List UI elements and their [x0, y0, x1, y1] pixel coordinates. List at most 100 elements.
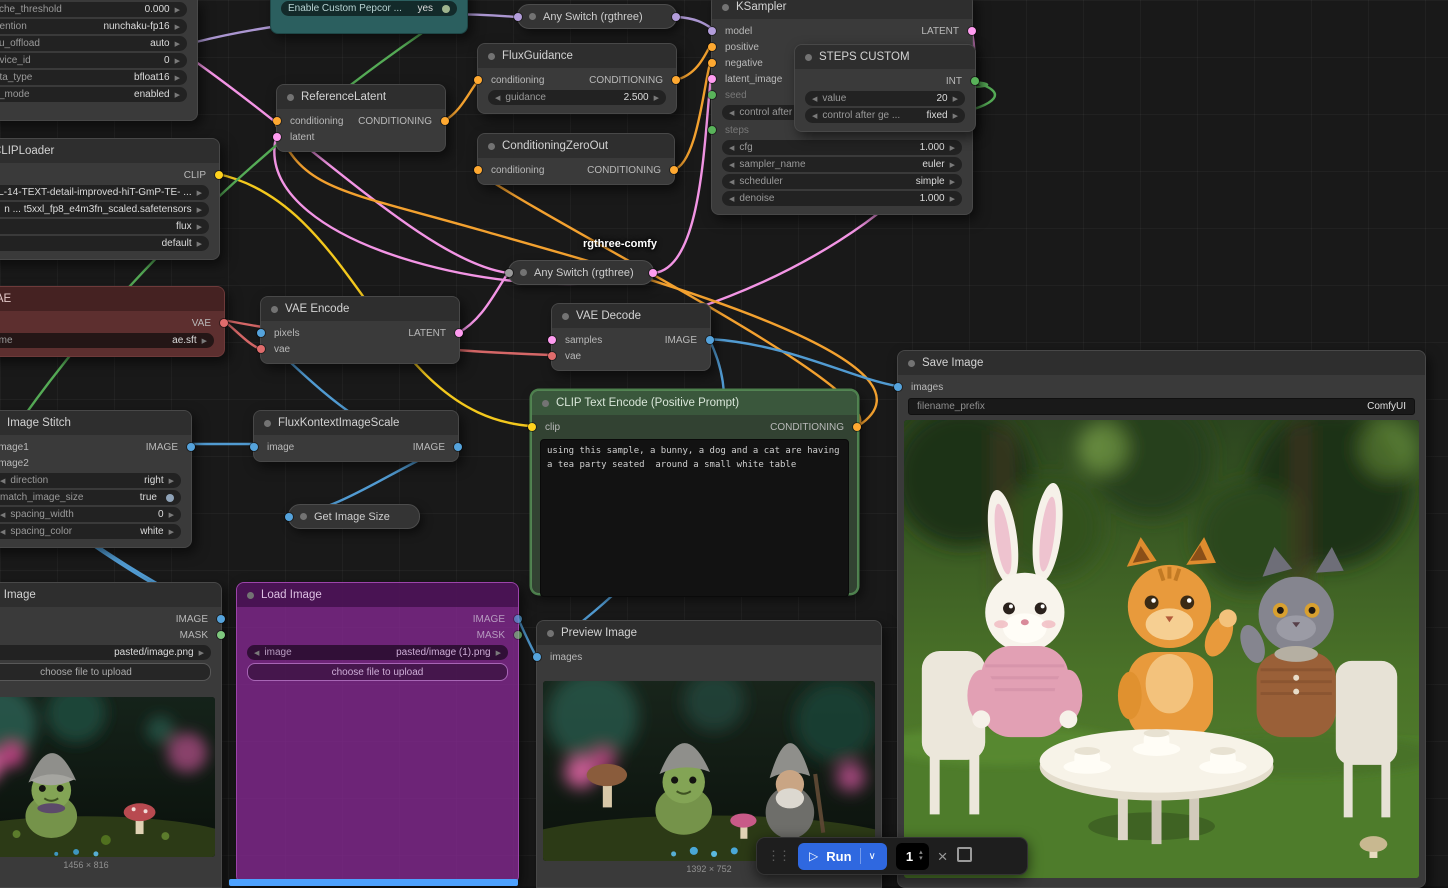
- combo-arrow-icon[interactable]: ▶: [197, 189, 202, 197]
- collapse-dot[interactable]: [247, 592, 254, 599]
- node-clip-text-encode[interactable]: CLIP Text Encode (Positive Prompt) clip …: [531, 390, 858, 594]
- combo-arrow-icon[interactable]: ▶: [197, 223, 202, 231]
- increment-arrow-icon[interactable]: ▶: [175, 6, 180, 14]
- type-widget[interactable]: flux ▶: [0, 219, 209, 234]
- collapse-dot[interactable]: [908, 360, 915, 367]
- collapse-dot[interactable]: [805, 54, 812, 61]
- node-save-image[interactable]: Save Image images filename_prefix ComfyU…: [897, 350, 1426, 888]
- attention-widget[interactable]: ◀ attention nunchaku-fp16 ▶: [0, 19, 187, 34]
- collapse-dot[interactable]: [488, 143, 495, 150]
- device-id-widget[interactable]: ◀ device_id 0 ▶: [0, 53, 187, 68]
- conditioning-output-slot[interactable]: [853, 423, 861, 431]
- stop-icon[interactable]: [957, 847, 972, 865]
- image-output-slot[interactable]: [217, 615, 225, 623]
- enable-custom-toggle-widget[interactable]: Enable Custom Pepcor ... yes: [281, 1, 457, 16]
- decrement-arrow-icon[interactable]: ◀: [729, 178, 734, 186]
- any-input-slot[interactable]: [514, 13, 522, 21]
- drag-handle-icon[interactable]: ⋮⋮: [767, 848, 789, 864]
- decrement-arrow-icon[interactable]: ◀: [254, 649, 259, 657]
- match-image-size-widget[interactable]: match_image_size true: [0, 490, 181, 505]
- i2f-mode-widget[interactable]: ◀ i2f_mode enabled ▶: [0, 87, 187, 102]
- increment-arrow-icon[interactable]: ▶: [175, 40, 180, 48]
- prompt-textarea[interactable]: using this sample, a bunny, a dog and a …: [540, 439, 849, 597]
- decrement-arrow-icon[interactable]: ◀: [729, 109, 734, 117]
- steps-input-slot[interactable]: [708, 126, 716, 134]
- collapse-dot[interactable]: [271, 306, 278, 313]
- image-output-slot[interactable]: [454, 443, 462, 451]
- images-input-slot[interactable]: [894, 383, 902, 391]
- image-output-slot[interactable]: [706, 336, 714, 344]
- data-type-widget[interactable]: ◀ data_type bfloat16 ▶: [0, 70, 187, 85]
- sampler-name-widget[interactable]: ◀ sampler_name euler ▶: [722, 157, 962, 172]
- negative-input-slot[interactable]: [708, 59, 716, 67]
- node-custom-toggle[interactable]: Enable Custom Pepcor ... yes: [270, 0, 468, 34]
- node-any-switch-top[interactable]: Any Switch (rgthree): [517, 4, 677, 29]
- node-vae-decode[interactable]: VAE Decode samples IMAGE vae: [551, 303, 711, 371]
- images-input-slot[interactable]: [533, 653, 541, 661]
- latent-output-slot[interactable]: [455, 329, 463, 337]
- device-widget[interactable]: default ▶: [0, 236, 209, 251]
- node-any-switch-mid[interactable]: Any Switch (rgthree): [508, 260, 654, 285]
- clip-name2-widget[interactable]: n ... t5xxl_fp8_e4m3fn_scaled.safetensor…: [0, 202, 209, 217]
- increment-arrow-icon[interactable]: ▶: [953, 95, 958, 103]
- collapse-dot[interactable]: [520, 269, 527, 276]
- scheduler-widget[interactable]: ◀ scheduler simple ▶: [722, 174, 962, 189]
- conditioning-input-slot[interactable]: [474, 166, 482, 174]
- positive-input-slot[interactable]: [708, 43, 716, 51]
- run-button[interactable]: ▷ Run ∨: [798, 843, 887, 870]
- clip-name1-widget[interactable]: L-14-TEXT-detail-improved-hiT-GmP-TE- ..…: [0, 185, 209, 200]
- vae-output-slot[interactable]: [220, 319, 228, 327]
- latent-output-slot[interactable]: [968, 27, 976, 35]
- node-conditioning-zero-out[interactable]: ConditioningZeroOut conditioning CONDITI…: [477, 133, 675, 185]
- decrement-arrow-icon[interactable]: ◀: [729, 195, 734, 203]
- collapse-dot[interactable]: [547, 630, 554, 637]
- node-vae-encode[interactable]: VAE Encode pixels LATENT vae: [260, 296, 460, 364]
- increment-arrow-icon[interactable]: ▶: [654, 94, 659, 102]
- increment-arrow-icon[interactable]: ▶: [175, 91, 180, 99]
- conditioning-input-slot[interactable]: [474, 76, 482, 84]
- node-load-image-1[interactable]: Load Image IMAGE MASK pasted/image.png ▶…: [0, 582, 222, 888]
- collapse-dot[interactable]: [529, 13, 536, 20]
- combo-arrow-icon[interactable]: ▶: [199, 649, 204, 657]
- model-input-slot[interactable]: [708, 27, 716, 35]
- decrement-arrow-icon[interactable]: ◀: [0, 511, 5, 519]
- image-input-slot[interactable]: [250, 443, 258, 451]
- node-steps-custom[interactable]: STEPS CUSTOM INT ◀ value 20 ▶ ◀ control …: [794, 44, 976, 132]
- batch-count-stepper[interactable]: 1 ▴▾: [896, 843, 929, 870]
- cancel-icon[interactable]: ×: [938, 848, 948, 865]
- combo-arrow-icon[interactable]: ▶: [202, 337, 207, 345]
- clip-input-slot[interactable]: [528, 423, 536, 431]
- decrement-arrow-icon[interactable]: ◀: [495, 94, 500, 102]
- node-reference-latent[interactable]: ReferenceLatent conditioning CONDITIONIN…: [276, 84, 446, 152]
- cpu-offload-widget[interactable]: ◀ cpu_offload auto ▶: [0, 36, 187, 51]
- latent-input-slot[interactable]: [273, 133, 281, 141]
- collapse-dot[interactable]: [488, 53, 495, 60]
- mask-output-slot[interactable]: [217, 631, 225, 639]
- cfg-widget[interactable]: ◀ cfg 1.000 ▶: [722, 140, 962, 155]
- increment-arrow-icon[interactable]: ▶: [175, 23, 180, 31]
- vae-input-slot[interactable]: [548, 352, 556, 360]
- vae-input-slot[interactable]: [257, 345, 265, 353]
- any-output-slot[interactable]: [649, 269, 657, 277]
- node-nunchaku-settings[interactable]: ◀ cache_threshold 0.000 ▶ ◀ attention nu…: [0, 0, 198, 121]
- node-flux-guidance[interactable]: FluxGuidance conditioning CONDITIONING ◀…: [477, 43, 677, 114]
- collapse-dot[interactable]: [542, 400, 549, 407]
- node-load-image-2[interactable]: Load Image IMAGE MASK ◀ image pasted/ima…: [236, 582, 519, 884]
- choose-file-button[interactable]: choose file to upload: [247, 663, 508, 681]
- node-graph-canvas[interactable]: ◀ cache_threshold 0.000 ▶ ◀ attention nu…: [0, 0, 1448, 886]
- filename-prefix-widget[interactable]: filename_prefix ComfyUI: [908, 398, 1415, 415]
- combo-arrow-icon[interactable]: ▶: [197, 206, 202, 214]
- collapse-dot[interactable]: [264, 420, 271, 427]
- node-cliploader[interactable]: CLIPLoader CLIP L-14-TEXT-detail-improve…: [0, 138, 220, 260]
- choose-file-button[interactable]: choose file to upload: [0, 663, 211, 681]
- node-image-stitch[interactable]: Image Stitch image1 IMAGE image2 ◀ direc…: [0, 410, 192, 548]
- clip-output-slot[interactable]: [215, 171, 223, 179]
- node-flux-kontext-image-scale[interactable]: FluxKontextImageScale image IMAGE: [253, 410, 459, 462]
- image-output-slot[interactable]: [187, 443, 195, 451]
- toggle-dot[interactable]: [442, 5, 450, 13]
- guidance-widget[interactable]: ◀ guidance 2.500 ▶: [488, 90, 666, 105]
- latent-image-input-slot[interactable]: [708, 75, 716, 83]
- toggle-dot[interactable]: [166, 494, 174, 502]
- increment-arrow-icon[interactable]: ▶: [175, 57, 180, 65]
- caret-down-icon[interactable]: ▾: [919, 856, 923, 862]
